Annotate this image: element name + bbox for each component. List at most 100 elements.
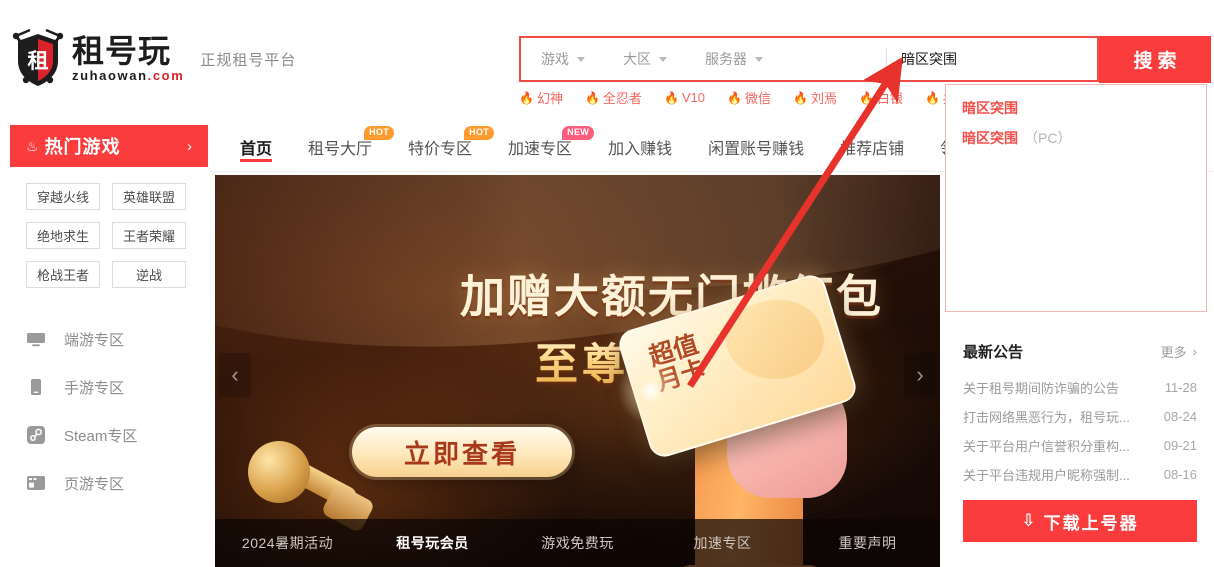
search-suggestion-suffix: （PC） [1024, 130, 1072, 146]
banner-tab-free-games[interactable]: 游戏免费玩 [505, 533, 650, 553]
search-suggestion-item[interactable]: 暗区突围 （PC） [946, 123, 1206, 153]
joystick-illustration [230, 415, 376, 535]
search-suggestion-highlight: 暗区突围 [962, 100, 1018, 116]
flame-icon: 🔥 [793, 90, 808, 105]
carousel-prev-button[interactable]: ‹ [219, 353, 251, 397]
logo-shield-icon: 租 [10, 28, 66, 90]
banner-tab-important-notice[interactable]: 重要声明 [795, 533, 940, 553]
game-tag-button[interactable]: 穿越火线 [26, 183, 100, 210]
search-input[interactable] [887, 38, 1097, 80]
game-tag-button[interactable]: 逆战 [112, 261, 186, 288]
flame-icon: ♨ [26, 137, 39, 154]
banner-tab-bar: 2024暑期活动 租号玩会员 游戏免费玩 加速专区 重要声明 [215, 519, 940, 567]
logo-wordmark: 租号玩 zuhaowan.com [72, 35, 184, 84]
sidebar-item-steam-games[interactable]: Steam专区 [26, 411, 196, 459]
logo-text-en: zuhaowan.com [72, 68, 185, 84]
page-root: 租 租号玩 zuhaowan.com 正规租号平台 游戏 大区 服务器 暗区突围… [0, 0, 1214, 567]
download-client-label: 下载上号器 [1043, 513, 1139, 533]
search-filter-region[interactable]: 大区 [623, 49, 667, 69]
nav-item-rental-hall[interactable]: 租号大厅 HOT [308, 120, 395, 172]
search-bar: 游戏 大区 服务器 [519, 36, 1099, 82]
browser-icon [26, 473, 46, 493]
search-filter-game[interactable]: 游戏 [541, 49, 585, 69]
notice-item-text: 关于平台用户信誉积分重构... [963, 439, 1130, 454]
hot-keyword-item[interactable]: 🔥 刘焉 [793, 88, 837, 107]
nav-item-join-earn[interactable]: 加入赚钱 [608, 120, 672, 172]
notice-title: 最新公告 [963, 344, 1024, 361]
search-filter-group: 游戏 大区 服务器 [521, 38, 801, 80]
hot-keyword-label: V10 [681, 90, 706, 105]
hot-keyword-label: 刘焉 [810, 91, 837, 106]
hot-keywords: 🔥幻神 🔥全忍者 🔥V10 🔥微信 🔥刘焉 🔥白银 🔥共享 [519, 88, 969, 107]
game-tag-button[interactable]: 王者荣耀 [112, 222, 186, 249]
sidebar-item-label: 端游专区 [64, 331, 125, 349]
hot-keyword-label: 微信 [744, 91, 771, 106]
notice-item-text: 关于平台违规用户昵称强制... [963, 468, 1130, 483]
hot-badge: HOT [464, 126, 495, 140]
game-tag-button[interactable]: 英雄联盟 [112, 183, 186, 210]
nav-item-special-offers[interactable]: 特价专区 HOT [408, 120, 495, 172]
chevron-down-icon [755, 56, 763, 62]
banner-tab-summer-2024[interactable]: 2024暑期活动 [215, 533, 360, 553]
notice-item[interactable]: 关于平台用户信誉积分重构... 09-21 [963, 431, 1197, 460]
mobile-icon [26, 377, 46, 397]
sidebar-header-hot-games[interactable]: ♨ 热门游戏 › [10, 125, 208, 167]
download-arrow-icon: ⇩ [1021, 511, 1038, 530]
notice-item-date: 11-28 [1164, 380, 1197, 395]
notice-more-link[interactable]: 更多 › [1161, 342, 1197, 361]
notice-item[interactable]: 关于租号期间防诈骗的公告 11-28 [963, 373, 1197, 402]
nav-item-idle-account-earn[interactable]: 闲置账号赚钱 [708, 120, 804, 172]
hot-keyword-item[interactable]: 🔥 全忍者 [585, 88, 642, 107]
flame-icon: 🔥 [519, 90, 534, 105]
notice-list: 关于租号期间防诈骗的公告 11-28 打击网络黑恶行为，租号玩... 08-24… [963, 373, 1197, 489]
sidebar-item-browser-games[interactable]: 页游专区 [26, 459, 196, 507]
search-filter-game-label: 游戏 [541, 51, 569, 67]
sidebar-item-pc-games[interactable]: 端游专区 [26, 315, 196, 363]
banner-tab-boost-zone[interactable]: 加速专区 [650, 533, 795, 553]
game-tag-button[interactable]: 绝地求生 [26, 222, 100, 249]
notice-more-label: 更多 [1160, 345, 1187, 360]
download-client-button[interactable]: ⇩ 下载上号器 [963, 500, 1197, 542]
hot-keyword-item[interactable]: 🔥 白银 [859, 88, 903, 107]
search-filter-server[interactable]: 服务器 [705, 49, 763, 69]
site-slogan: 正规租号平台 [200, 51, 297, 69]
carousel-next-button[interactable]: › [904, 353, 936, 397]
hot-keyword-item[interactable]: 🔥 幻神 [519, 88, 563, 107]
banner-cta-button[interactable]: 立即查看 [352, 427, 572, 477]
nav-item-label: 推荐店铺 [840, 141, 905, 158]
notice-item[interactable]: 关于平台违规用户昵称强制... 08-16 [963, 460, 1197, 489]
hot-keyword-item[interactable]: 🔥 微信 [727, 88, 771, 107]
banner-cta-label: 立即查看 [403, 439, 520, 470]
search-suggestions-dropdown: 暗区突围 暗区突围 （PC） [945, 84, 1207, 312]
sidebar-item-mobile-games[interactable]: 手游专区 [26, 363, 196, 411]
search-suggestion-item[interactable]: 暗区突围 [946, 93, 1206, 123]
new-badge: NEW [562, 126, 595, 140]
sidebar-header-label: 热门游戏 [44, 137, 121, 157]
banner-tab-membership[interactable]: 租号玩会员 [360, 533, 505, 553]
notice-item-date: 09-21 [1163, 438, 1197, 453]
flame-icon: 🔥 [858, 90, 874, 105]
nav-item-home[interactable]: 首页 [240, 120, 273, 172]
desktop-icon [26, 329, 46, 349]
nav-item-label: 首页 [240, 141, 273, 158]
search-button[interactable]: 搜索 [1099, 36, 1211, 83]
sparkle-icon [613, 353, 689, 429]
notice-item-text: 打击网络黑恶行为，租号玩... [963, 410, 1130, 425]
flame-icon: 🔥 [584, 90, 600, 105]
sidebar-item-label: Steam专区 [64, 427, 138, 445]
nav-item-boost-zone[interactable]: 加速专区 NEW [508, 120, 595, 172]
hot-keyword-label: 白银 [876, 91, 903, 106]
notice-item[interactable]: 打击网络黑恶行为，租号玩... 08-24 [963, 402, 1197, 431]
flame-icon: 🔥 [924, 90, 940, 105]
steam-icon [26, 425, 46, 445]
hot-game-grid: 穿越火线 英雄联盟 绝地求生 王者荣耀 枪战王者 逆战 [26, 183, 186, 288]
nav-item-label: 闲置账号赚钱 [708, 141, 805, 158]
site-logo[interactable]: 租 租号玩 zuhaowan.com 正规租号平台 [10, 28, 296, 90]
game-tag-button[interactable]: 枪战王者 [26, 261, 100, 288]
nav-item-recommended-shops[interactable]: 推荐店铺 [840, 120, 904, 172]
hero-banner[interactable]: 加赠大额无门槛红包 至尊迎新季 立即查看 超值月卡 ‹ › 2024暑期活动 租… [215, 175, 940, 567]
chevron-right-icon: › [1192, 344, 1197, 359]
flame-icon: 🔥 [727, 90, 742, 105]
nav-item-label: 特价专区 [408, 141, 473, 158]
hot-keyword-item[interactable]: 🔥 V10 [664, 90, 705, 105]
